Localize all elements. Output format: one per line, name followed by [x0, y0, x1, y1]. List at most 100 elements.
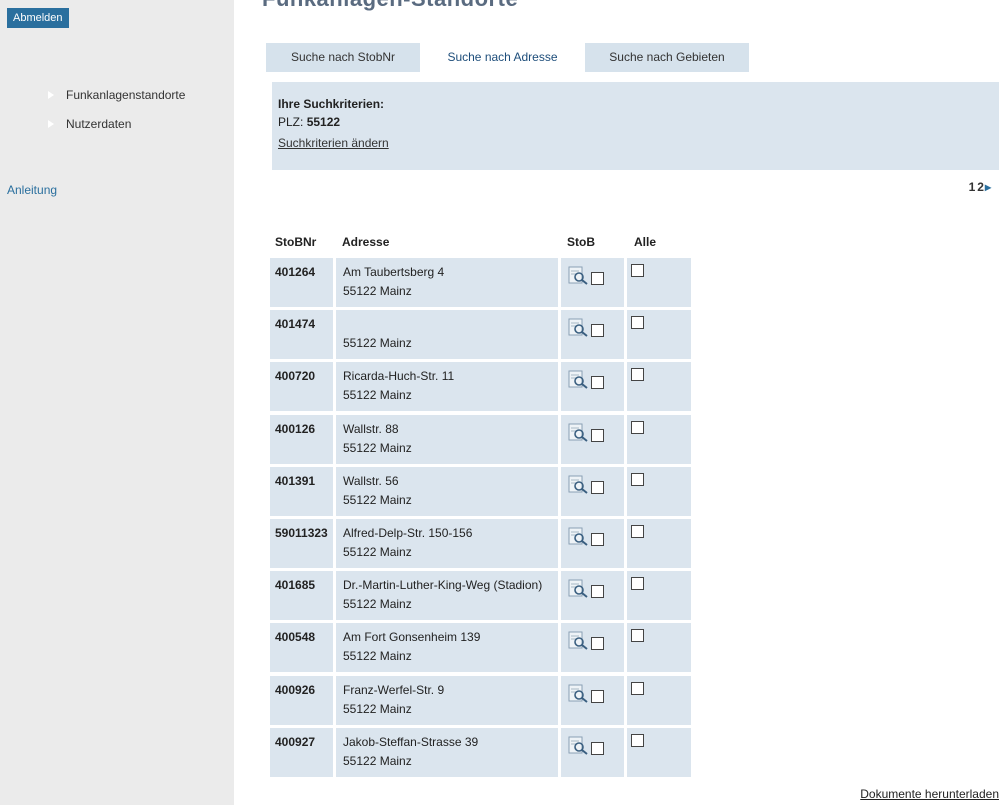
all-checkbox[interactable] — [631, 368, 644, 381]
all-checkbox[interactable] — [631, 473, 644, 486]
all-cell — [627, 519, 691, 568]
stob-cell — [561, 676, 624, 725]
column-header-alle: Alle — [634, 235, 657, 249]
all-checkbox[interactable] — [631, 629, 644, 642]
stobnr-cell: 401264 — [270, 258, 333, 307]
stob-checkbox[interactable] — [591, 690, 604, 703]
address-street: Ricarda-Huch-Str. 11 — [343, 369, 455, 383]
address-street: Alfred-Delp-Str. 150-156 — [343, 526, 473, 540]
all-cell — [627, 676, 691, 725]
column-header-adresse: Adresse — [342, 235, 390, 249]
table-row: 401685 Dr.-Martin-Luther-King-Weg (Stadi… — [270, 571, 691, 620]
stobnr-value: 401685 — [275, 578, 316, 592]
column-header-stob: StoB — [567, 235, 595, 249]
table-row: 401391 Wallstr. 56 55122 Mainz — [270, 467, 691, 516]
search-criteria-panel: Ihre Suchkriterien: PLZ: 55122 Suchkrite… — [272, 82, 999, 170]
magnifier-document-icon[interactable] — [568, 423, 590, 443]
all-cell — [627, 362, 691, 411]
change-criteria-link[interactable]: Suchkriterien ändern — [278, 136, 389, 150]
stobnr-value: 400720 — [275, 369, 316, 383]
download-documents-link[interactable]: Dokumente herunterladen — [860, 787, 999, 801]
all-cell — [627, 571, 691, 620]
stob-checkbox[interactable] — [591, 481, 604, 494]
all-checkbox[interactable] — [631, 734, 644, 747]
stobnr-cell: 400927 — [270, 728, 333, 777]
stob-checkbox[interactable] — [591, 585, 604, 598]
address-city: 55122 Mainz — [343, 493, 412, 507]
sidebar-item-label: Funkanlagenstandorte — [66, 88, 186, 102]
stobnr-cell: 401685 — [270, 571, 333, 620]
sidebar-item-nutzerdaten[interactable]: Nutzerdaten — [48, 115, 131, 133]
address-city: 55122 Mainz — [343, 441, 412, 455]
stob-checkbox[interactable] — [591, 376, 604, 389]
all-cell — [627, 623, 691, 672]
criteria-heading: Ihre Suchkriterien: — [278, 97, 385, 111]
all-checkbox[interactable] — [631, 316, 644, 329]
page-1-link[interactable]: 1 — [969, 180, 976, 194]
all-checkbox[interactable] — [631, 264, 644, 277]
address-cell: Wallstr. 88 55122 Mainz — [336, 415, 558, 464]
all-cell — [627, 258, 691, 307]
table-row: 400126 Wallstr. 88 55122 Mainz — [270, 415, 691, 464]
stob-checkbox[interactable] — [591, 742, 604, 755]
magnifier-document-icon[interactable] — [568, 527, 590, 547]
column-header-stobnr: StoBNr — [275, 235, 317, 249]
plz-label: PLZ: — [278, 115, 304, 129]
stobnr-cell: 400126 — [270, 415, 333, 464]
stob-checkbox[interactable] — [591, 429, 604, 442]
stob-cell — [561, 467, 624, 516]
stobnr-cell: 400548 — [270, 623, 333, 672]
magnifier-document-icon[interactable] — [568, 475, 590, 495]
page-title: Funkanlagen-Standorte — [262, 0, 518, 12]
all-checkbox[interactable] — [631, 525, 644, 538]
tab-stobnr[interactable]: Suche nach StobNr — [266, 43, 420, 72]
address-city: 55122 Mainz — [343, 649, 412, 663]
all-checkbox[interactable] — [631, 421, 644, 434]
address-cell: Am Fort Gonsenheim 139 55122 Mainz — [336, 623, 558, 672]
magnifier-document-icon[interactable] — [568, 370, 590, 390]
sidebar-item-funkanlagenstandorte[interactable]: Funkanlagenstandorte — [48, 86, 185, 104]
all-cell — [627, 415, 691, 464]
tab-adresse[interactable]: Suche nach Adresse — [423, 40, 582, 72]
all-checkbox[interactable] — [631, 577, 644, 590]
table-row: 59011323 Alfred-Delp-Str. 150-156 55122 … — [270, 519, 691, 568]
triangle-right-icon — [48, 91, 54, 99]
address-cell: 55122 Mainz — [336, 310, 558, 359]
magnifier-document-icon[interactable] — [568, 266, 590, 286]
address-city: 55122 Mainz — [343, 754, 412, 768]
all-cell — [627, 310, 691, 359]
stob-checkbox[interactable] — [591, 272, 604, 285]
stobnr-value: 59011323 — [275, 526, 328, 540]
magnifier-document-icon[interactable] — [568, 736, 590, 756]
address-cell: Am Taubertsberg 4 55122 Mainz — [336, 258, 558, 307]
help-link[interactable]: Anleitung — [7, 183, 57, 197]
table-row: 400926 Franz-Werfel-Str. 9 55122 Mainz — [270, 676, 691, 725]
triangle-right-icon — [48, 120, 54, 128]
address-city: 55122 Mainz — [343, 388, 412, 402]
magnifier-document-icon[interactable] — [568, 579, 590, 599]
logout-button[interactable]: Abmelden — [7, 8, 69, 28]
stobnr-cell: 401474 — [270, 310, 333, 359]
tab-gebieten[interactable]: Suche nach Gebieten — [585, 43, 749, 72]
address-street: Franz-Werfel-Str. 9 — [343, 683, 445, 697]
address-street: Wallstr. 56 — [343, 474, 399, 488]
magnifier-document-icon[interactable] — [568, 631, 590, 651]
stob-cell — [561, 415, 624, 464]
stob-checkbox[interactable] — [591, 324, 604, 337]
stobnr-cell: 401391 — [270, 467, 333, 516]
magnifier-document-icon[interactable] — [568, 684, 590, 704]
all-cell — [627, 728, 691, 777]
stobnr-value: 400548 — [275, 630, 316, 644]
address-street: Wallstr. 88 — [343, 422, 399, 436]
next-page-icon[interactable]: ▸ — [985, 180, 991, 194]
address-cell: Ricarda-Huch-Str. 11 55122 Mainz — [336, 362, 558, 411]
magnifier-document-icon[interactable] — [568, 318, 590, 338]
pagination: 1 2▸ — [967, 180, 991, 194]
plz-value: 55122 — [306, 115, 341, 129]
all-checkbox[interactable] — [631, 682, 644, 695]
table-row: 400548 Am Fort Gonsenheim 139 55122 Main… — [270, 623, 691, 672]
stob-checkbox[interactable] — [591, 533, 604, 546]
page-2-link[interactable]: 2 — [977, 180, 984, 194]
stob-checkbox[interactable] — [591, 637, 604, 650]
address-city: 55122 Mainz — [343, 545, 412, 559]
